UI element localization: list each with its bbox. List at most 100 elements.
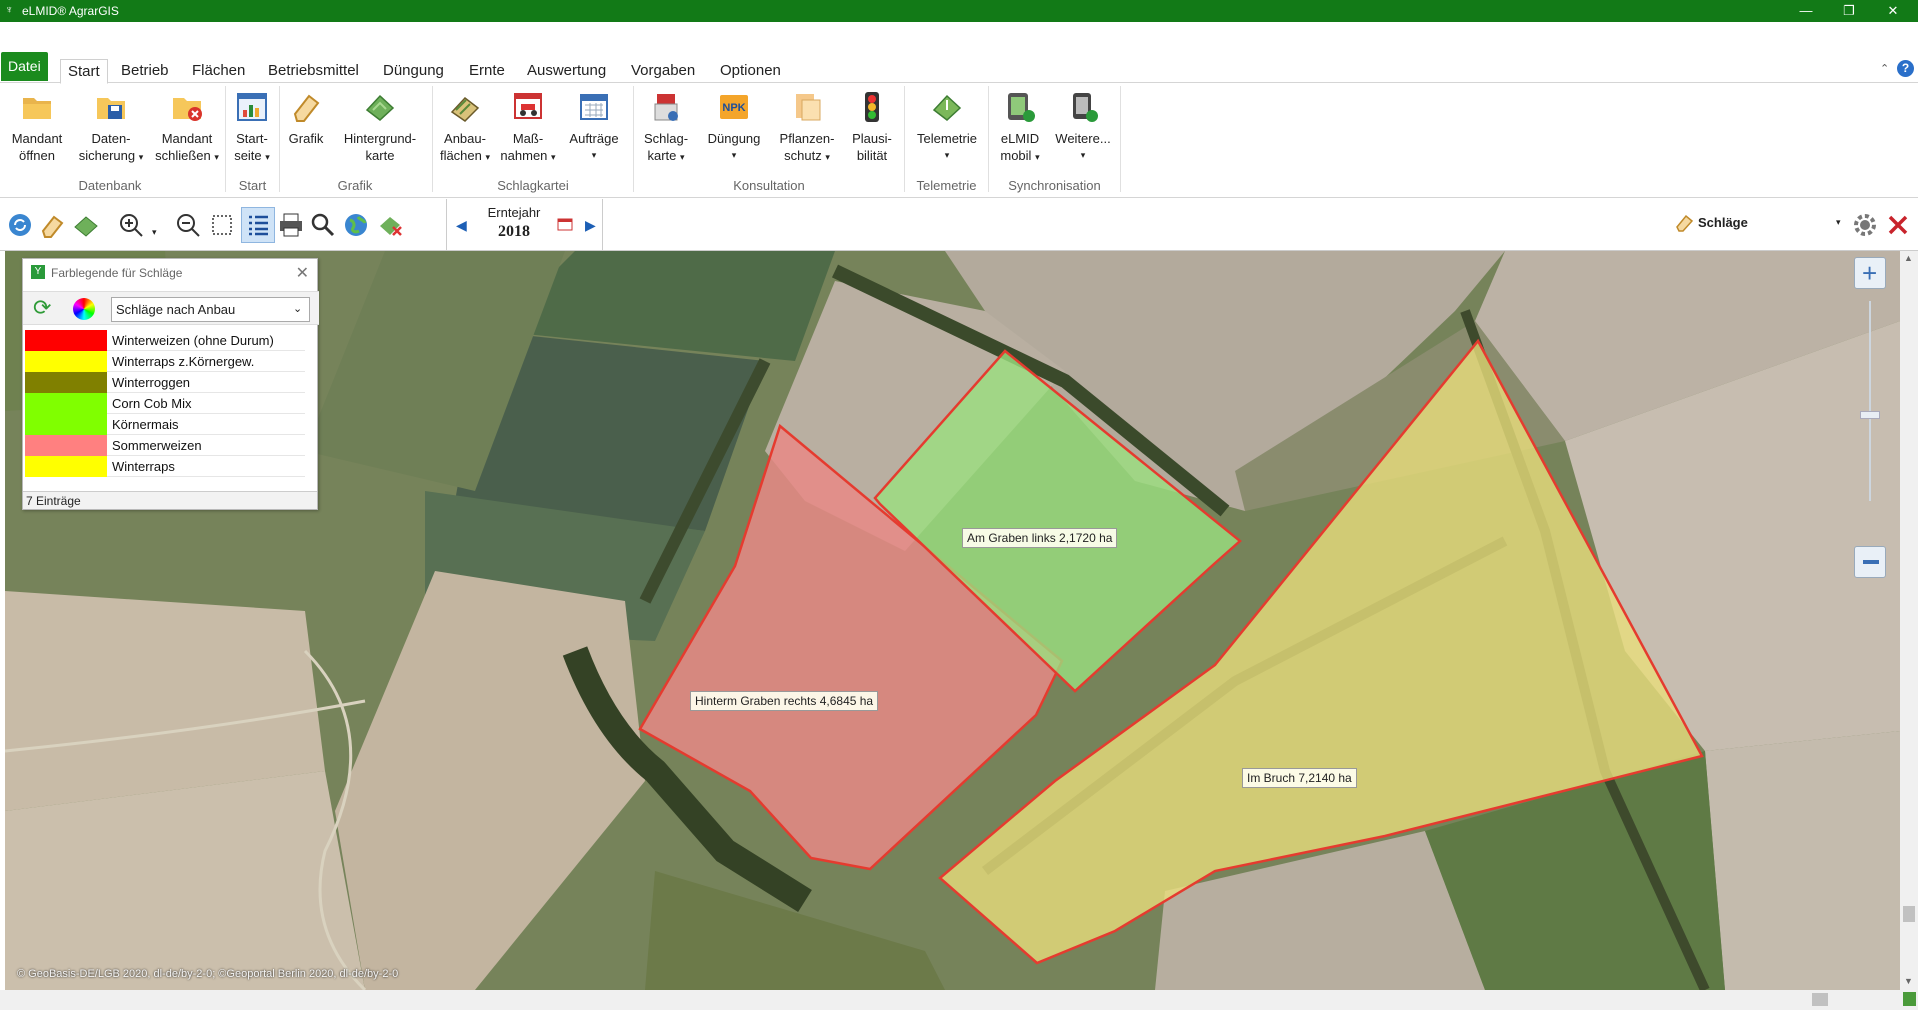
tab-auswertung[interactable]: Auswertung xyxy=(520,59,613,84)
group-label-start: Start xyxy=(238,178,267,193)
previous-year-arrow-icon[interactable]: ◀ xyxy=(456,217,467,234)
chevron-down-icon[interactable]: ▾ xyxy=(152,227,157,238)
tab-betrieb[interactable]: Betrieb xyxy=(114,59,176,84)
group-label-grafik: Grafik xyxy=(337,178,373,193)
color-swatch xyxy=(25,330,107,351)
collapse-ribbon-icon[interactable]: ⌃ xyxy=(1880,62,1889,75)
plausibilitaet-button[interactable]: Plausi- bilität xyxy=(848,90,896,164)
tab-datei[interactable]: Datei xyxy=(1,52,48,81)
plus-icon: + xyxy=(1862,258,1878,288)
list-button[interactable] xyxy=(241,207,275,243)
button-label: karte xyxy=(647,148,677,163)
zoom-in-icon[interactable] xyxy=(117,211,145,239)
scroll-down-icon[interactable]: ▼ xyxy=(1904,976,1913,986)
legend-entry[interactable]: Winterroggen xyxy=(25,372,305,393)
close-map-icon[interactable] xyxy=(1884,211,1912,239)
datensicherung-button[interactable]: Daten- sicherung ▾ xyxy=(78,90,144,166)
chevron-down-icon: ▾ xyxy=(1080,150,1086,160)
anbauflaechen-button[interactable]: Anbau- flächen ▾ xyxy=(437,90,493,166)
scroll-up-icon[interactable]: ▲ xyxy=(1904,253,1913,263)
legend-entry[interactable]: Winterraps z.Körnergew. xyxy=(25,351,305,372)
close-window-button[interactable]: ✕ xyxy=(1880,2,1906,20)
zoom-slider-handle[interactable] xyxy=(1860,411,1880,419)
window-title: eLMID® AgrarGIS xyxy=(22,4,119,18)
scrollbar-thumb[interactable] xyxy=(1903,906,1915,922)
startseite-button[interactable]: Start- seite ▾ xyxy=(228,90,276,166)
toolbar-separator xyxy=(602,199,603,251)
tab-vorgaben[interactable]: Vorgaben xyxy=(624,59,702,84)
field-label-hinterm-graben[interactable]: Hinterm Graben rechts 4,6845 ha xyxy=(690,691,879,711)
field-label-im-bruch[interactable]: Im Bruch 7,2140 ha xyxy=(1242,768,1357,788)
pflanzenschutz-button[interactable]: Pflanzen- schutz ▾ xyxy=(774,90,840,166)
tab-duengung[interactable]: Düngung xyxy=(376,59,451,84)
legend-entry[interactable]: Winterraps xyxy=(25,456,305,477)
tab-ernte[interactable]: Ernte xyxy=(462,59,512,84)
folder-close-icon xyxy=(173,98,202,121)
legend-entry-label: Winterroggen xyxy=(112,375,191,390)
gear-icon[interactable] xyxy=(1851,211,1879,239)
select-rectangle-icon[interactable] xyxy=(208,211,236,239)
legend-entry[interactable]: Winterweizen (ohne Durum) xyxy=(25,330,305,351)
tab-betriebsmittel[interactable]: Betriebsmittel xyxy=(261,59,366,84)
ribbon-tabs: Datei Start Betrieb Flächen Betriebsmitt… xyxy=(0,52,1918,84)
calendar-icon[interactable] xyxy=(557,217,573,231)
button-label: Düngung xyxy=(707,131,761,146)
chevron-down-icon: ▾ xyxy=(680,152,685,162)
eraser-icon[interactable] xyxy=(38,211,66,239)
scrollbar-thumb[interactable] xyxy=(1812,993,1828,1006)
duengung-button[interactable]: NPK Düngung ▾ xyxy=(702,90,766,164)
refresh-map-icon[interactable] xyxy=(6,211,34,239)
tab-optionen[interactable]: Optionen xyxy=(713,59,788,84)
remove-layer-icon[interactable] xyxy=(377,211,405,239)
zoom-in-button[interactable]: + xyxy=(1854,257,1886,289)
legend-entry[interactable]: Corn Cob Mix xyxy=(25,393,305,414)
search-icon[interactable] xyxy=(309,211,337,239)
tab-start[interactable]: Start xyxy=(60,59,108,84)
resize-grip-icon[interactable] xyxy=(1903,992,1916,1006)
tab-flaechen[interactable]: Flächen xyxy=(185,59,252,84)
legend-entry[interactable]: Körnermais xyxy=(25,414,305,435)
schlagkarte-button[interactable]: Schlag- karte ▾ xyxy=(638,90,694,166)
vertical-scrollbar[interactable]: ▲ ▼ xyxy=(1900,251,1918,990)
color-wheel-icon[interactable] xyxy=(73,298,95,320)
close-legend-button[interactable]: ✕ xyxy=(296,263,309,283)
restore-button[interactable]: ❐ xyxy=(1836,2,1862,20)
title-bar: ♆ eLMID® AgrarGIS — ❐ ✕ xyxy=(0,0,1918,22)
help-icon[interactable]: ? xyxy=(1897,60,1914,77)
button-label: schutz xyxy=(784,148,822,163)
group-separator xyxy=(432,86,433,192)
field-label-am-graben[interactable]: Am Graben links 2,1720 ha xyxy=(962,528,1118,548)
auftraege-button[interactable]: Aufträge ▾ xyxy=(565,90,623,164)
legend-entry[interactable]: Sommerweizen xyxy=(25,435,305,456)
grafik-button[interactable]: Grafik xyxy=(283,90,329,147)
chevron-down-icon: ▾ xyxy=(1035,152,1040,162)
chevron-down-icon: ▾ xyxy=(1836,217,1841,227)
legend-mode-select[interactable]: Schläge nach Anbau ⌄ xyxy=(111,297,310,322)
hintergrundkarte-button[interactable]: Hintergrund- karte xyxy=(338,90,422,164)
save-icon xyxy=(97,98,125,119)
color-swatch xyxy=(25,456,107,477)
legend-entry-label: Körnermais xyxy=(112,417,179,432)
mandant-schliessen-button[interactable]: Mandant schließen ▾ xyxy=(153,90,221,166)
startpage-icon xyxy=(237,93,267,121)
group-separator xyxy=(1120,86,1121,192)
minimize-button[interactable]: — xyxy=(1793,2,1819,20)
refresh-icon[interactable]: ⟳ xyxy=(33,295,51,321)
elmid-mobil-button[interactable]: eLMID mobil ▾ xyxy=(994,90,1046,166)
zoom-out-button[interactable] xyxy=(1854,546,1886,578)
zoom-slider-track[interactable] xyxy=(1869,301,1871,501)
mandant-oeffnen-button[interactable]: Mandant öffnen xyxy=(6,90,68,164)
layer-select[interactable]: Schläge ▾ xyxy=(1670,210,1848,236)
harvest-year-value[interactable]: 2018 xyxy=(478,223,550,241)
chevron-down-icon: ▾ xyxy=(265,152,270,162)
print-icon[interactable] xyxy=(277,211,305,239)
globe-icon[interactable] xyxy=(342,211,370,239)
layers-icon[interactable] xyxy=(72,211,100,239)
telemetrie-button[interactable]: Telemetrie ▾ xyxy=(912,90,982,164)
massnahmen-button[interactable]: Maß- nahmen ▾ xyxy=(500,90,556,166)
next-year-arrow-icon[interactable]: ▶ xyxy=(585,217,596,234)
weitere-button[interactable]: Weitere... ▾ xyxy=(1052,90,1114,164)
group-separator xyxy=(988,86,989,192)
horizontal-scrollbar[interactable] xyxy=(0,990,1918,1010)
zoom-out-icon[interactable] xyxy=(174,211,202,239)
